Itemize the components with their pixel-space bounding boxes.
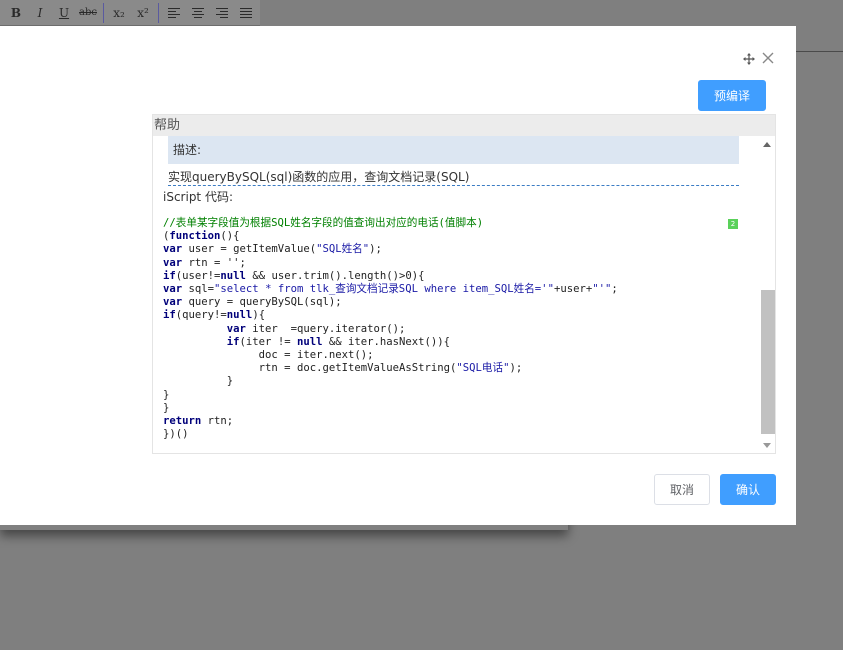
description-label: 描述: [168,136,739,164]
code-comment: //表单某字段值为根据SQL姓名字段的值查询出对应的电话(值脚本) [163,217,484,229]
align-justify-icon[interactable] [234,3,258,23]
scroll-thumb[interactable] [761,290,775,434]
code-block: //表单某字段值为根据SQL姓名字段的值查询出对应的电话(值脚本) (funct… [163,217,741,441]
code-line: if(iter != null && iter.hasNext()){ [226,335,451,348]
bold-button[interactable]: B [4,3,28,23]
scroll-down-icon[interactable] [763,443,771,448]
code-line: var iter =query.iterator(); [226,322,406,335]
code-line: var sql="select * from tlk_查询文档记录SQL whe… [163,283,618,296]
subscript-button[interactable]: x₂ [107,3,131,23]
code-line: } [163,401,170,414]
description-text: 实现queryBySQL(sql)函数的应用，查询文档记录(SQL) [168,168,739,186]
help-panel: 帮助 描述: 实现queryBySQL(sql)函数的应用，查询文档记录(SQL… [152,114,776,454]
cancel-button[interactable]: 取消 [654,474,710,505]
code-line: if(query!=null){ [163,309,266,322]
code-line: var user = getItemValue("SQL姓名"); [163,243,382,256]
help-body: 描述: 实现queryBySQL(sql)函数的应用，查询文档记录(SQL) i… [153,136,775,453]
scroll-up-icon[interactable] [763,142,771,147]
italic-button[interactable]: I [28,3,52,23]
move-icon[interactable] [743,53,755,65]
code-line: (function(){ [163,230,240,243]
code-line: rtn = doc.getItemValueAsString("SQL电话"); [258,362,523,375]
underline-button[interactable]: U [52,3,76,23]
align-right-icon[interactable] [210,3,234,23]
help-header: 帮助 [153,115,775,136]
strikethrough-button[interactable]: abc [76,3,100,23]
toolbar-divider [103,2,104,23]
code-line: return rtn; [163,415,234,428]
align-left-icon[interactable] [162,3,186,23]
code-line: doc = iter.next(); [258,349,374,362]
scrollbar[interactable] [760,136,775,453]
align-center-icon[interactable] [186,3,210,23]
toolbar-divider [158,2,159,23]
editor-toolbar: B I U abc x₂ x² [0,0,260,26]
code-label: iScript 代码: [163,190,233,204]
code-line: var rtn = ''; [163,256,246,269]
close-icon[interactable] [761,51,775,65]
code-line: if(user!=null && user.trim().length()>0)… [163,269,425,282]
script-dialog: 预编译 帮助 描述: 实现queryBySQL(sql)函数的应用，查询文档记录… [0,26,796,525]
superscript-button[interactable]: x² [131,3,155,23]
background-divider [796,51,843,52]
code-line: } [226,375,234,388]
code-line: })() [163,428,189,441]
code-line: var query = queryBySQL(sql); [163,296,342,309]
confirm-button[interactable]: 确认 [720,474,776,505]
precompile-button[interactable]: 预编译 [698,80,766,111]
code-line: } [163,388,170,401]
